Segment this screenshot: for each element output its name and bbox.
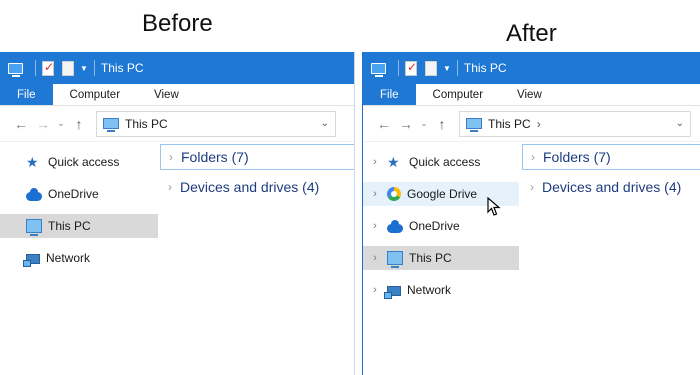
content-area: ★ Quick access OneDrive This PC Network … bbox=[0, 142, 354, 339]
after-caption: After bbox=[506, 20, 557, 47]
star-icon: ★ bbox=[387, 154, 400, 170]
nav-item-network[interactable]: Network bbox=[0, 246, 158, 270]
new-folder-icon[interactable] bbox=[425, 60, 437, 76]
group-label: Folders (7) bbox=[181, 149, 249, 165]
ribbon-tabs: File Computer View bbox=[0, 84, 354, 106]
nav-item-label: This PC bbox=[48, 219, 91, 233]
nav-item-this-pc[interactable]: This PC bbox=[0, 214, 158, 238]
recent-locations-chevron-icon[interactable]: ⌄ bbox=[417, 118, 431, 129]
address-bar[interactable]: This PC ⌄ bbox=[96, 110, 336, 137]
explorer-window-after: ▼ This PC File Computer View ← → ⌄ ↑ Thi… bbox=[362, 52, 700, 375]
monitor-icon bbox=[387, 251, 403, 268]
group-folders[interactable]: › Folders (7) bbox=[522, 144, 700, 170]
cloud-icon bbox=[387, 219, 403, 233]
tab-computer[interactable]: Computer bbox=[53, 84, 138, 105]
customize-quick-access-icon[interactable]: ▼ bbox=[443, 64, 451, 73]
group-label: Devices and drives (4) bbox=[180, 179, 320, 195]
title-bar: ▼ This PC bbox=[0, 52, 354, 84]
monitor-icon bbox=[26, 219, 42, 236]
this-pc-icon[interactable] bbox=[8, 62, 23, 77]
nav-item-label: Quick access bbox=[48, 155, 120, 169]
content-area: › ★ Quick access › Google Drive › OneDri… bbox=[363, 142, 700, 339]
new-folder-icon[interactable] bbox=[62, 60, 74, 76]
nav-item-this-pc[interactable]: › This PC bbox=[363, 246, 519, 270]
before-caption: Before bbox=[142, 10, 213, 37]
group-label: Devices and drives (4) bbox=[542, 179, 682, 195]
tab-view[interactable]: View bbox=[137, 84, 196, 105]
tab-file[interactable]: File bbox=[0, 84, 53, 105]
customize-quick-access-icon[interactable]: ▼ bbox=[80, 64, 88, 73]
address-bar[interactable]: This PC › ⌄ bbox=[459, 110, 691, 137]
nav-item-quick-access[interactable]: ★ Quick access bbox=[0, 150, 158, 174]
window-title: This PC bbox=[100, 61, 144, 75]
nav-item-quick-access[interactable]: › ★ Quick access bbox=[363, 150, 519, 174]
back-arrow-icon[interactable]: ← bbox=[373, 116, 395, 132]
expand-chevron-icon[interactable]: › bbox=[369, 252, 381, 264]
ribbon-tabs: File Computer View bbox=[363, 84, 700, 106]
monitor-icon bbox=[466, 118, 482, 132]
separator bbox=[398, 60, 399, 76]
google-drive-icon bbox=[387, 187, 401, 201]
nav-item-network[interactable]: › Network bbox=[363, 278, 519, 302]
group-folders[interactable]: › Folders (7) bbox=[160, 144, 354, 170]
network-icon bbox=[23, 254, 40, 267]
address-chevron-icon[interactable]: › bbox=[537, 117, 541, 131]
address-row: ← → ⌄ ↑ This PC ⌄ bbox=[0, 106, 354, 142]
nav-item-label: Google Drive bbox=[407, 187, 478, 201]
title-bar: ▼ This PC bbox=[363, 52, 700, 84]
expand-chevron-icon[interactable]: › bbox=[369, 284, 381, 296]
window-title: This PC bbox=[463, 61, 507, 75]
nav-item-label: Network bbox=[407, 283, 452, 297]
address-row: ← → ⌄ ↑ This PC › ⌄ bbox=[363, 106, 700, 142]
nav-item-label: OneDrive bbox=[48, 187, 99, 201]
expand-chevron-icon[interactable]: › bbox=[369, 188, 381, 200]
navigation-pane: ★ Quick access OneDrive This PC Network bbox=[0, 142, 158, 339]
star-icon: ★ bbox=[26, 154, 39, 170]
group-devices-and-drives[interactable]: › Devices and drives (4) bbox=[160, 174, 354, 200]
nav-item-label: OneDrive bbox=[409, 219, 460, 233]
chevron-right-icon: › bbox=[531, 150, 535, 164]
chevron-right-icon: › bbox=[168, 180, 172, 194]
separator bbox=[35, 60, 36, 76]
nav-item-onedrive[interactable]: OneDrive bbox=[0, 182, 158, 206]
navigation-pane: › ★ Quick access › Google Drive › OneDri… bbox=[363, 142, 521, 339]
address-text: This PC bbox=[488, 116, 531, 131]
forward-arrow-icon[interactable]: → bbox=[395, 116, 417, 132]
tab-file[interactable]: File bbox=[363, 84, 416, 105]
properties-icon[interactable] bbox=[42, 60, 54, 76]
expand-chevron-icon[interactable]: › bbox=[369, 220, 381, 232]
nav-item-label: Network bbox=[46, 251, 91, 265]
separator bbox=[456, 60, 458, 76]
cloud-icon bbox=[26, 187, 42, 201]
monitor-icon bbox=[103, 118, 119, 132]
network-icon bbox=[384, 286, 401, 299]
nav-item-label: This PC bbox=[409, 251, 452, 265]
nav-item-label: Quick access bbox=[409, 155, 481, 169]
tab-computer[interactable]: Computer bbox=[416, 84, 501, 105]
chevron-right-icon: › bbox=[169, 150, 173, 164]
separator bbox=[93, 60, 95, 76]
nav-item-onedrive[interactable]: › OneDrive bbox=[363, 214, 519, 238]
expand-chevron-icon[interactable]: › bbox=[369, 156, 381, 168]
recent-locations-chevron-icon[interactable]: ⌄ bbox=[54, 118, 68, 129]
address-dropdown-icon[interactable]: ⌄ bbox=[321, 118, 329, 129]
address-text: This PC bbox=[125, 116, 168, 131]
group-label: Folders (7) bbox=[543, 149, 611, 165]
up-arrow-icon[interactable]: ↑ bbox=[431, 116, 453, 132]
chevron-right-icon: › bbox=[530, 180, 534, 194]
up-arrow-icon[interactable]: ↑ bbox=[68, 116, 90, 132]
forward-arrow-icon[interactable]: → bbox=[32, 116, 54, 132]
tab-view[interactable]: View bbox=[500, 84, 559, 105]
group-devices-and-drives[interactable]: › Devices and drives (4) bbox=[522, 174, 700, 200]
address-dropdown-icon[interactable]: ⌄ bbox=[676, 118, 684, 129]
explorer-window-before: ▼ This PC File Computer View ← → ⌄ ↑ Thi… bbox=[0, 52, 355, 375]
this-pc-icon[interactable] bbox=[371, 62, 386, 77]
properties-icon[interactable] bbox=[405, 60, 417, 76]
back-arrow-icon[interactable]: ← bbox=[10, 116, 32, 132]
